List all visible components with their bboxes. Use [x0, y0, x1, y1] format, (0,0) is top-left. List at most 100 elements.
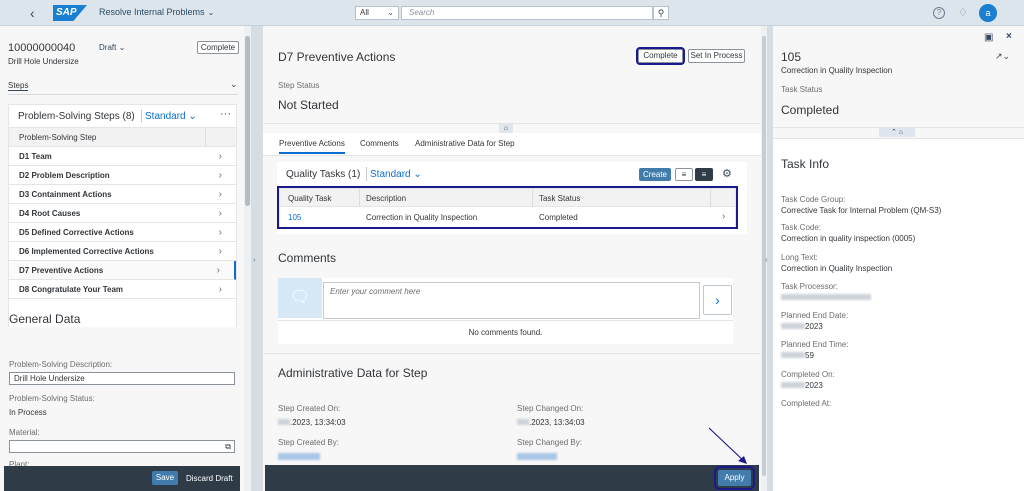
created-by-value[interactable] — [278, 453, 320, 460]
chevron-right-icon: › — [216, 265, 220, 276]
share-icon[interactable]: ↗⌄ — [995, 51, 1010, 62]
create-button[interactable]: Create — [639, 168, 671, 181]
step-label: D5 Defined Corrective Actions — [19, 228, 134, 237]
group-icon[interactable]: ≡ — [695, 168, 713, 181]
apply-button[interactable]: Apply — [714, 466, 755, 490]
back-icon[interactable]: ‹ — [30, 5, 44, 21]
step-detail-column: D7 Preventive Actions Complete Set In Pr… — [263, 26, 761, 491]
steps-tab[interactable]: Steps — [8, 81, 29, 91]
draft-status-menu[interactable]: Draft ⌄ — [99, 43, 125, 52]
step-label: D4 Root Causes — [19, 209, 81, 218]
complete-step-button[interactable]: Complete — [636, 47, 685, 65]
scrollbar[interactable] — [244, 26, 251, 491]
created-on-value: .2023, 13:34:03 — [278, 418, 346, 427]
sort-icon[interactable]: ≡ — [675, 168, 693, 181]
field-value: 2023 — [781, 322, 823, 331]
fullscreen-icon[interactable]: ▣ — [984, 32, 993, 43]
table-row[interactable]: D6 Implemented Corrective Actions › — [9, 242, 236, 261]
search-icon[interactable]: ⚲ — [653, 6, 669, 20]
table-row[interactable]: D3 Containment Actions › — [9, 185, 236, 204]
field-value-text: Correction in quality inspection (0005) — [781, 234, 916, 243]
column-header: Problem-Solving Step — [19, 133, 97, 142]
field-value: 59 — [781, 351, 814, 360]
collapse-left-icon[interactable]: › — [253, 255, 256, 264]
table-row[interactable]: D8 Congratulate Your Team › — [9, 280, 236, 299]
table-row[interactable]: D2 Problem Description › — [9, 166, 236, 185]
task-description: Correction in Quality Inspection — [366, 213, 478, 222]
variant-select[interactable]: Standard ⌄ — [370, 169, 422, 180]
field-label: Long Text: — [781, 253, 818, 262]
field-value-text: Corrective Task for Internal Problem (QM… — [781, 206, 942, 215]
notification-bell-icon[interactable]: ♢ — [958, 6, 968, 19]
send-comment-button[interactable]: › — [703, 285, 732, 315]
help-icon[interactable]: ? — [933, 7, 945, 19]
chevron-down-icon: ⌄ — [118, 43, 126, 52]
table-row[interactable]: D4 Root Causes › — [9, 204, 236, 223]
complete-button[interactable]: Complete — [197, 41, 239, 54]
quality-tasks-panel: Quality Tasks (1) Standard ⌄ Create ≡ ≡ … — [277, 162, 747, 234]
tab-preventive-actions[interactable]: Preventive Actions — [279, 139, 345, 154]
field-value — [781, 293, 871, 302]
settings-gear-icon[interactable]: ⚙ — [722, 167, 732, 180]
collapse-header-icon[interactable]: ⌃ ⌂ — [879, 128, 915, 137]
material-field[interactable]: ⧉ — [9, 440, 235, 453]
save-button[interactable]: Save — [152, 471, 178, 485]
avatar[interactable]: a — [979, 4, 997, 22]
table-row[interactable]: D1 Team › — [9, 147, 236, 166]
problem-id: 10000000040 — [8, 42, 76, 54]
column-header: Description — [366, 194, 407, 203]
comment-input[interactable]: Enter your comment here — [323, 282, 700, 319]
chevron-down-icon[interactable]: ⌄ — [230, 79, 238, 90]
collapse-right-icon[interactable]: ‹ — [765, 255, 768, 264]
table-row[interactable]: 105 Correction in Quality Inspection Com… — [280, 207, 735, 227]
changed-on-label: Step Changed On: — [517, 404, 584, 413]
variant-select[interactable]: Standard ⌄ — [145, 111, 197, 122]
scrollbar-thumb[interactable] — [245, 36, 250, 206]
field-value-text: 2023 — [805, 322, 823, 331]
column-header: Quality Task — [288, 194, 332, 203]
more-icon[interactable]: ··· — [220, 108, 231, 120]
divider — [366, 167, 367, 181]
value-help-icon[interactable]: ⧉ — [225, 441, 231, 452]
set-in-process-button[interactable]: Set In Process — [688, 49, 745, 63]
step-status-label: Step Status — [278, 81, 320, 90]
task-detail-column: ▣ × 105 ↗⌄ Correction in Quality Inspect… — [773, 26, 1024, 491]
steps-toolbar: Problem-Solving Steps (8) Standard ⌄ ··· — [8, 104, 237, 128]
close-icon[interactable]: × — [1006, 31, 1012, 42]
pin-icon[interactable]: ⌂ — [499, 124, 513, 133]
variant-label: Standard — [145, 111, 186, 122]
task-subtitle: Correction in Quality Inspection — [781, 66, 893, 75]
divider — [359, 189, 360, 207]
app-title-menu[interactable]: Resolve Internal Problems ⌄ — [99, 7, 214, 17]
changed-by-label: Step Changed By: — [517, 438, 582, 447]
field-label: Planned End Date: — [781, 311, 849, 320]
created-by-label: Step Created By: — [278, 438, 339, 447]
discard-draft-button[interactable]: Discard Draft — [186, 474, 233, 483]
no-comments-text: No comments found. — [468, 328, 543, 337]
variant-label: Standard — [370, 169, 411, 180]
step-label: D7 Preventive Actions — [19, 266, 104, 275]
status-label: Problem-Solving Status: — [9, 394, 95, 403]
field-value: 2023 — [781, 381, 823, 390]
desc-field[interactable]: Drill Hole Undersize — [9, 372, 235, 385]
chevron-right-icon[interactable]: › — [722, 211, 725, 222]
chevron-down-icon: ⌄ — [413, 169, 422, 180]
draft-label: Draft — [99, 43, 117, 52]
quality-task-link[interactable]: 105 — [288, 213, 301, 222]
search-input[interactable]: Search — [401, 6, 653, 20]
table-row[interactable]: D5 Defined Corrective Actions › — [9, 223, 236, 242]
changed-by-value[interactable] — [517, 453, 557, 460]
general-data-title: General Data — [9, 312, 81, 326]
material-label: Material: — [9, 428, 40, 437]
tab-comments[interactable]: Comments — [360, 139, 399, 148]
tab-administrative-data[interactable]: Administrative Data for Step — [415, 139, 515, 148]
chevron-right-icon: › — [218, 208, 222, 219]
search-scope-select[interactable]: All ⌄ — [355, 6, 399, 20]
table-row[interactable]: D7 Preventive Actions › — [9, 261, 236, 280]
field-value: Correction in quality inspection (0005) — [781, 234, 915, 243]
quality-tasks-table: Quality Task Description Task Status 105… — [277, 186, 738, 229]
field-value-text: Correction in Quality Inspection — [781, 264, 893, 273]
desc-label: Problem-Solving Description: — [9, 360, 113, 369]
field-label: Task Processor: — [781, 282, 838, 291]
chevron-down-icon: ⌄ — [188, 111, 197, 122]
